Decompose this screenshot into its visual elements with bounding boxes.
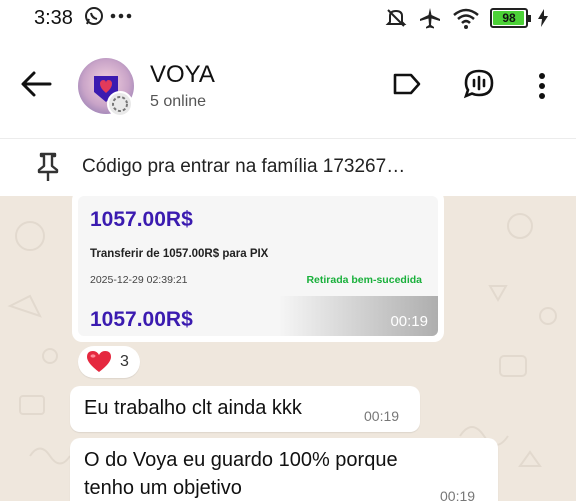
pin-icon [37,152,59,181]
pinned-message-text: Código pra entrar na família 173267… [82,156,406,177]
receipt-amount-bottom: 1057.00R$ [90,308,193,331]
message-bubble[interactable]: O do Voya eu guardo 100% porque tenho um… [70,438,498,501]
message-time: 00:19 [440,488,476,501]
message-bubble[interactable]: Eu trabalho clt ainda kkk 00:19 [70,386,420,432]
message-line: O do Voya eu guardo 100% porque [84,449,398,471]
voice-chat-icon[interactable] [463,68,495,100]
pinned-message-bar[interactable]: Código pra entrar na família 173267… [0,138,576,194]
heart-reaction-icon [87,351,111,372]
status-left-icons [84,6,132,26]
transfer-receipt-image[interactable]: 1057.00R$ Transferir de 1057.00R$ para P… [78,196,438,336]
message-line: tenho um objetivo [84,477,242,499]
message-text: O do Voya eu guardo 100% porque tenho um… [84,446,398,501]
receipt-transfer-line: Transferir de 1057.00R$ para PIX [90,248,269,260]
image-message[interactable]: 1057.00R$ Transferir de 1057.00R$ para P… [72,196,444,342]
chat-header: VOYA 5 online [0,36,576,128]
receipt-status: Retirada bem-sucedida [306,274,422,286]
receipt-amount-top: 1057.00R$ [90,208,193,231]
reaction-chip[interactable]: 3 [78,346,140,378]
airplane-mode-icon [420,8,440,29]
charging-icon [538,9,548,27]
label-tag-icon[interactable] [392,70,422,98]
battery-percent: 98 [502,11,516,25]
message-text: Eu trabalho clt ainda kkk [84,397,302,419]
more-options-icon[interactable] [536,72,548,100]
chat-area[interactable]: 1057.00R$ Transferir de 1057.00R$ para P… [0,196,576,501]
whatsapp-notification-icon [85,7,103,25]
message-time: 00:19 [390,313,428,330]
online-count[interactable]: 5 online [150,93,206,111]
message-time: 00:19 [364,408,400,424]
reaction-count: 3 [120,353,129,370]
community-badge-icon [107,91,133,117]
status-right-icons: 98 [384,6,548,30]
receipt-datetime: 2025-12-29 02:39:21 [90,274,188,286]
more-notifications-icon [110,13,132,19]
battery-icon: 98 [490,8,531,28]
wifi-icon [453,8,479,29]
status-time: 3:38 [34,7,73,29]
back-arrow-icon[interactable] [20,70,52,98]
do-not-disturb-icon [385,9,407,27]
status-bar: 3:38 98 [0,0,576,36]
chat-title[interactable]: VOYA [150,61,215,89]
